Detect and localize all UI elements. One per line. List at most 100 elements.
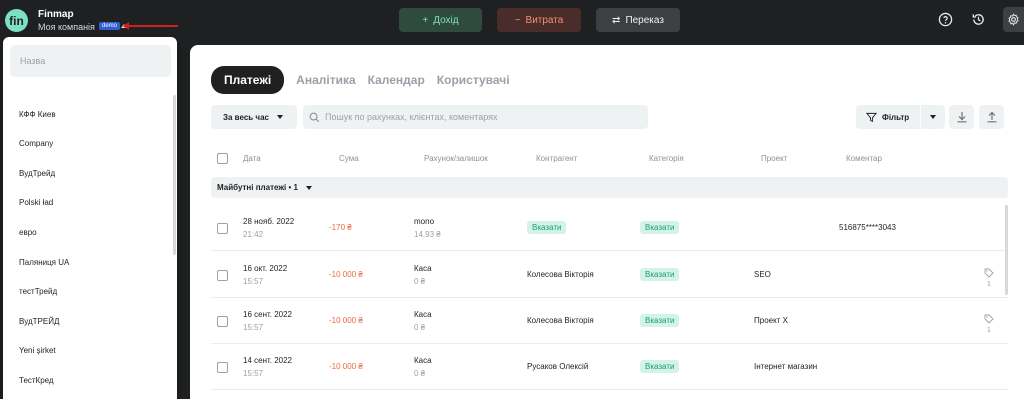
add-transfer-label: Переказ: [625, 14, 664, 26]
row-balance: 0 ₴: [414, 323, 426, 332]
company-item[interactable]: тестТрейд: [19, 287, 57, 296]
row-checkbox[interactable]: [217, 270, 228, 281]
company-item[interactable]: Polski ład: [19, 198, 53, 207]
row-counterparty: Русаков Олексій: [527, 362, 589, 371]
column-category[interactable]: Категорія: [649, 154, 684, 163]
row-amount: -10 000 ₴: [329, 316, 363, 325]
category-tag[interactable]: Вказати: [640, 221, 680, 234]
tab-users[interactable]: Користувачі: [437, 73, 510, 87]
row-amount: -10 000 ₴: [329, 362, 363, 371]
add-income-label: Дохід: [433, 14, 459, 26]
row-checkbox[interactable]: [217, 223, 228, 234]
row-project: Проект Х: [754, 316, 788, 325]
tab-bar: Платежі Аналітика Календар Користувачі: [211, 66, 510, 94]
tab-analytics[interactable]: Аналітика: [296, 73, 355, 87]
tag-icon: [984, 314, 994, 324]
tag-count: 1: [987, 327, 991, 334]
download-button[interactable]: [949, 105, 974, 129]
counterparty-tag[interactable]: Вказати: [527, 221, 567, 234]
row-project: Інтернет магазин: [754, 362, 818, 371]
row-account: Каса: [414, 356, 432, 365]
row-date: 16 окт. 2022: [243, 264, 288, 273]
category-tag[interactable]: Вказати: [640, 314, 680, 327]
settings-button[interactable]: [1003, 7, 1024, 32]
add-transfer-button[interactable]: ⇄ Переказ: [596, 8, 680, 32]
tag-icon-group[interactable]: 1: [984, 268, 994, 289]
period-select[interactable]: За весь час: [211, 105, 297, 129]
add-expense-button[interactable]: − Витрата: [497, 8, 581, 32]
column-amount[interactable]: Сума: [339, 154, 359, 163]
row-counterparty: Колесова Вікторія: [527, 316, 594, 325]
column-date[interactable]: Дата: [243, 154, 261, 163]
row-checkbox[interactable]: [217, 316, 228, 327]
help-icon[interactable]: [937, 11, 954, 28]
company-search-input[interactable]: [20, 56, 160, 66]
company-item[interactable]: Yeni şirket: [19, 346, 56, 355]
filter-label: Фільтр: [882, 112, 910, 122]
filter-button[interactable]: Фільтр: [856, 105, 945, 129]
row-project: SEO: [754, 270, 771, 279]
caret-down-icon: [276, 115, 283, 119]
company-item[interactable]: ВудТРЕЙД: [19, 317, 59, 326]
column-counterparty[interactable]: Контрагент: [536, 154, 577, 163]
row-time: 15:57: [243, 277, 264, 286]
search-bar[interactable]: [303, 105, 648, 129]
tab-payments[interactable]: Платежі: [211, 66, 285, 94]
row-date: 16 сент. 2022: [243, 310, 293, 319]
company-item[interactable]: ВудТрейд: [19, 169, 55, 178]
upcoming-payments-group[interactable]: Майбутні платежі • 1: [211, 177, 1008, 198]
company-selector-label[interactable]: Моя компанія: [38, 22, 95, 32]
row-checkbox[interactable]: [217, 362, 228, 373]
gear-icon: [1008, 13, 1019, 26]
upload-icon: [987, 111, 996, 123]
row-account: mono: [414, 217, 435, 226]
add-expense-label: Витрата: [525, 14, 564, 26]
company-item[interactable]: КФФ Киев: [19, 110, 56, 119]
company-search-box[interactable]: [10, 45, 171, 77]
tag-icon-group[interactable]: 1: [984, 314, 994, 335]
company-item[interactable]: евро: [19, 228, 37, 237]
select-all-checkbox[interactable]: [217, 153, 228, 164]
row-balance: 14.93 ₴: [414, 230, 441, 239]
table-row[interactable]: 14 сент. 2022 15:57 -10 000 ₴ Каса 0 ₴ Р…: [211, 344, 1008, 390]
filter-dropdown-toggle[interactable]: [921, 115, 945, 119]
table-row[interactable]: 16 окт. 2022 15:57 -10 000 ₴ Каса 0 ₴ Ко…: [211, 252, 1008, 298]
app-logo[interactable]: fin: [5, 9, 28, 32]
row-amount: -10 000 ₴: [329, 270, 363, 279]
table-scrollbar[interactable]: [1005, 205, 1008, 295]
dropdown-scrollbar[interactable]: [173, 95, 176, 255]
row-account: Каса: [414, 264, 432, 273]
row-time: 15:57: [243, 323, 264, 332]
search-input[interactable]: [325, 112, 645, 122]
annotation-arrow: [123, 22, 178, 30]
transfer-icon: ⇄: [612, 14, 621, 26]
category-tag[interactable]: Вказати: [640, 268, 680, 281]
column-account[interactable]: Рахунок/залишок: [424, 154, 488, 163]
plus-icon: +: [422, 14, 429, 26]
upload-button[interactable]: [979, 105, 1004, 129]
add-income-button[interactable]: + Дохід: [399, 8, 482, 32]
company-item[interactable]: Company: [19, 139, 53, 148]
history-icon[interactable]: [970, 11, 987, 28]
download-icon: [957, 112, 966, 123]
column-project[interactable]: Проект: [761, 154, 787, 163]
app-name: Finmap: [38, 9, 74, 20]
tab-calendar[interactable]: Календар: [368, 73, 425, 87]
row-balance: 0 ₴: [414, 277, 426, 286]
row-account: Каса: [414, 310, 432, 319]
top-bar: fin Finmap Моя компанія demo + Дохід − В…: [0, 0, 1024, 40]
tag-count: 1: [987, 281, 991, 288]
funnel-icon: [866, 112, 877, 122]
demo-badge: demo: [99, 22, 121, 30]
row-date: 28 нояб. 2022: [243, 217, 295, 226]
row-time: 15:57: [243, 369, 264, 378]
category-tag[interactable]: Вказати: [640, 360, 680, 373]
table-row[interactable]: 16 сент. 2022 15:57 -10 000 ₴ Каса 0 ₴ К…: [211, 298, 1008, 344]
company-item[interactable]: ТестКред: [19, 376, 54, 385]
table-row[interactable]: 28 нояб. 2022 21:42 -170 ₴ mono 14.93 ₴ …: [211, 205, 1008, 251]
row-date: 14 сент. 2022: [243, 356, 293, 365]
minus-icon: −: [514, 14, 521, 26]
company-item[interactable]: Паляниця UA: [19, 258, 69, 267]
column-comment[interactable]: Коментар: [846, 154, 882, 163]
main-panel: Платежі Аналітика Календар Користувачі З…: [190, 45, 1024, 399]
